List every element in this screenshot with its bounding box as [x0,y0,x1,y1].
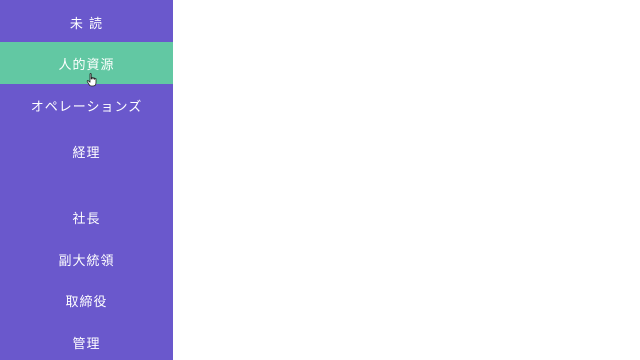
sidebar-item-vice-president[interactable]: 副大統領 [0,238,173,280]
sidebar-item-operations[interactable]: オペレーションズ [0,84,173,126]
sidebar-item-director[interactable]: 取締役 [0,279,173,321]
sidebar-item-management[interactable]: 管理 [0,321,173,360]
app-window: 未 読 人的資源 オペレーションズ 経理 社長 副大統領 取締役 管理 [0,0,640,360]
sidebar-nav: 未 読 人的資源 オペレーションズ 経理 社長 副大統領 取締役 管理 [0,0,173,360]
sidebar-item-accounting[interactable]: 経理 [0,130,173,172]
hand-pointer-icon [86,73,97,87]
main-content [173,0,640,360]
sidebar-item-unread[interactable]: 未 読 [0,1,173,43]
sidebar-item-president[interactable]: 社長 [0,196,173,238]
